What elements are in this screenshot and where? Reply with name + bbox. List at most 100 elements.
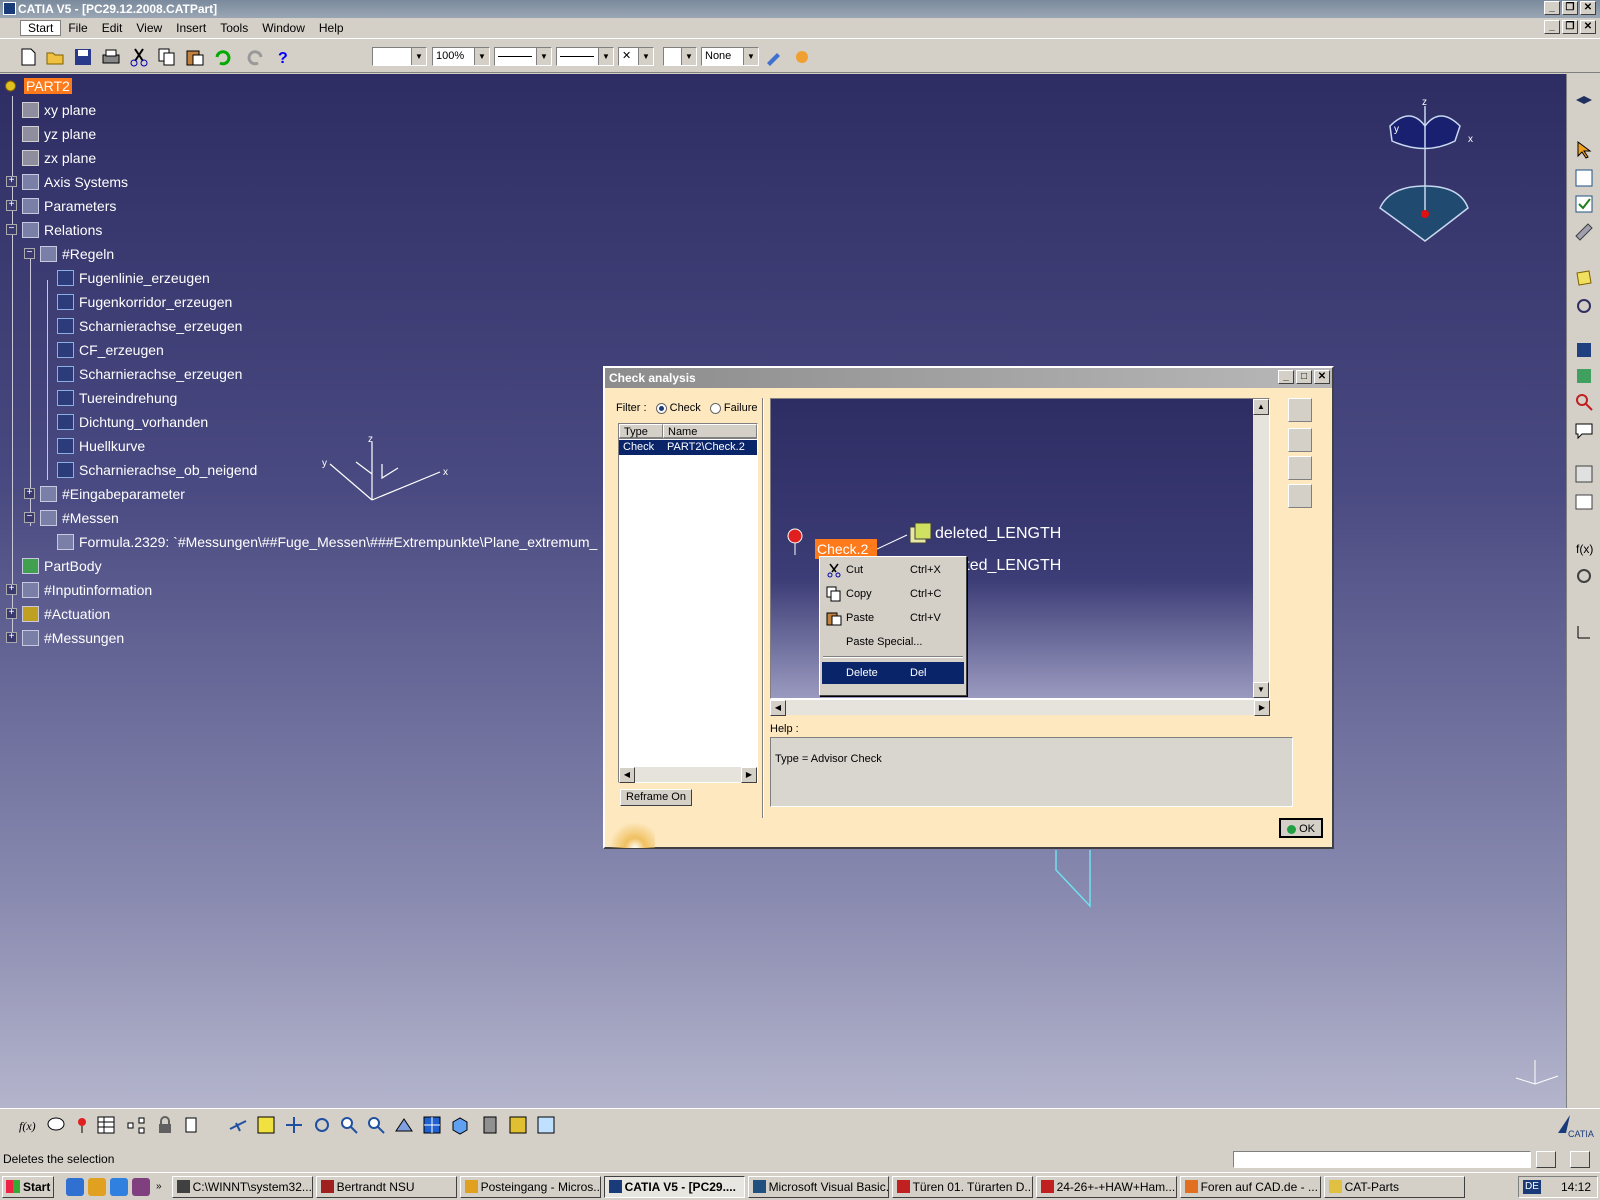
knowledge-icon[interactable]	[1574, 92, 1594, 112]
dialog-title-bar[interactable]: Check analysis _ □ ✕	[605, 368, 1332, 388]
status-button[interactable]	[1536, 1151, 1556, 1168]
select-icon[interactable]	[1574, 140, 1594, 160]
zoom-combo[interactable]: 100% ▼	[432, 47, 490, 66]
minimize-button[interactable]: _	[1544, 1, 1560, 15]
expand-inputinformation[interactable]: +	[6, 584, 17, 595]
fly-mode-icon[interactable]	[228, 1115, 248, 1135]
tree-structure-icon[interactable]	[126, 1115, 146, 1135]
compass-icon[interactable]: z x y	[1370, 96, 1480, 246]
refresh-icon[interactable]	[1574, 296, 1594, 316]
tree-yz-plane[interactable]: yz plane	[22, 124, 98, 144]
dialog-close-button[interactable]: ✕	[1314, 370, 1330, 384]
check-tool-icon[interactable]	[1574, 194, 1594, 214]
zoom-in-icon[interactable]	[339, 1115, 359, 1135]
scroll-left-button[interactable]: ◀	[619, 767, 635, 783]
graph-node-param-1[interactable]: deleted_LENGTH	[935, 525, 1061, 543]
refresh-graph-icon[interactable]	[1288, 428, 1312, 452]
tree-rule[interactable]: Fugenkorridor_erzeugen	[57, 292, 234, 312]
fx-icon[interactable]: f(x)	[1574, 538, 1594, 558]
taskbar-item[interactable]: Türen 01. Türarten D...	[891, 1175, 1033, 1198]
check-list[interactable]: Type Name Check PART2\Check.2 ◀ ▶	[618, 423, 758, 783]
tree-regeln[interactable]: #Regeln	[40, 244, 116, 264]
collapse-relations[interactable]: −	[6, 224, 17, 235]
pan-icon[interactable]	[284, 1115, 304, 1135]
tree-messungen[interactable]: #Messungen	[22, 628, 126, 648]
graph-view-icon[interactable]	[1288, 398, 1312, 422]
undo-icon[interactable]	[213, 47, 233, 67]
comment-graph-icon[interactable]	[1288, 484, 1312, 508]
print-icon[interactable]	[101, 47, 121, 67]
list-hscrollbar[interactable]: ◀ ▶	[619, 766, 757, 783]
reactions-icon[interactable]	[1574, 340, 1594, 360]
expand-axis-systems[interactable]: +	[6, 176, 17, 187]
menu-help[interactable]: Help	[312, 21, 351, 35]
tree-xy-plane[interactable]: xy plane	[22, 100, 98, 120]
tree-parameters[interactable]: Parameters	[22, 196, 118, 216]
reframe-button[interactable]: Reframe On	[620, 789, 692, 806]
expand-actuation[interactable]: +	[6, 608, 17, 619]
parameter-explorer-icon[interactable]	[1574, 366, 1594, 386]
save-icon[interactable]	[73, 47, 93, 67]
zoom-out-icon[interactable]	[366, 1115, 386, 1135]
tree-eingabeparameter[interactable]: #Eingabeparameter	[40, 484, 187, 504]
lock-icon[interactable]	[155, 1115, 175, 1135]
quicklaunch-vs-icon[interactable]	[132, 1177, 150, 1196]
restore-button[interactable]: ❐	[1562, 1, 1578, 15]
tree-actuation[interactable]: #Actuation	[22, 604, 112, 624]
menu-item-paste[interactable]: Paste Ctrl+V	[822, 607, 964, 629]
taskbar-item[interactable]: 24-26+-+HAW+Ham...	[1035, 1175, 1177, 1198]
graph-hscrollbar[interactable]: ◀ ▶	[770, 699, 1270, 716]
doc-restore-button[interactable]: ❐	[1562, 20, 1578, 34]
properties-icon[interactable]	[792, 47, 812, 67]
filter-check-label[interactable]: Check	[670, 402, 701, 414]
taskbar-item[interactable]: C:\WINNT\system32...	[171, 1175, 313, 1198]
taskbar-item[interactable]: CAT-Parts	[1323, 1175, 1465, 1198]
tree-messen[interactable]: #Messen	[40, 508, 121, 528]
ok-button[interactable]: OK	[1279, 818, 1323, 838]
check-icon[interactable]	[72, 1115, 92, 1135]
taskbar-item[interactable]: Bertrandt NSU	[315, 1175, 457, 1198]
axis-toggle-icon[interactable]	[1574, 622, 1594, 642]
tree-root-part[interactable]: PART2	[5, 76, 72, 96]
hide-show-icon[interactable]	[508, 1115, 528, 1135]
ruler-icon[interactable]	[1574, 222, 1594, 242]
scroll-left-button[interactable]: ◀	[770, 700, 786, 716]
linetype-combo[interactable]: ▼	[494, 47, 552, 66]
multi-view-icon[interactable]	[422, 1115, 442, 1135]
formula-icon[interactable]: f(x)	[18, 1115, 38, 1135]
filter-failure-label[interactable]: Failure	[724, 402, 758, 414]
language-indicator[interactable]: DE	[1523, 1180, 1541, 1194]
start-button[interactable]: Start	[2, 1175, 54, 1198]
close-button[interactable]: ✕	[1580, 1, 1596, 15]
status-button-2[interactable]	[1570, 1151, 1590, 1168]
doc-minimize-button[interactable]: _	[1544, 20, 1560, 34]
cut-icon[interactable]	[129, 47, 149, 67]
table-icon[interactable]	[1574, 492, 1594, 512]
filter-check-radio[interactable]	[655, 402, 667, 414]
dialog-minimize-button[interactable]: _	[1278, 370, 1294, 384]
redo-icon[interactable]	[245, 47, 265, 67]
collapse-regeln[interactable]: −	[24, 248, 35, 259]
expand-graph-icon[interactable]	[1288, 456, 1312, 480]
tree-inputinformation[interactable]: #Inputinformation	[22, 580, 154, 600]
expand-messungen[interactable]: +	[6, 632, 17, 643]
swap-visible-icon[interactable]	[536, 1115, 556, 1135]
doc-close-button[interactable]: ✕	[1580, 20, 1596, 34]
menu-insert[interactable]: Insert	[169, 21, 213, 35]
scroll-down-button[interactable]: ▼	[1253, 682, 1269, 698]
rotate-icon[interactable]	[312, 1115, 332, 1135]
render-style-combo[interactable]: ▼	[663, 47, 697, 66]
column-header-type[interactable]: Type	[619, 424, 663, 438]
note-icon[interactable]	[1574, 268, 1594, 288]
taskbar-item-active[interactable]: CATIA V5 - [PC29....	[603, 1175, 745, 1198]
normal-view-icon[interactable]	[394, 1115, 414, 1135]
layer-combo[interactable]: None ▼	[701, 47, 759, 66]
menu-window[interactable]: Window	[255, 21, 312, 35]
menu-item-delete[interactable]: Delete Del	[822, 662, 964, 684]
tree-rule[interactable]: Scharnierachse_ob_neigend	[57, 460, 259, 480]
vb-icon[interactable]	[1574, 464, 1594, 484]
color-combo[interactable]: ▼	[372, 47, 427, 66]
collapse-messen[interactable]: −	[24, 512, 35, 523]
dialog-splitter[interactable]	[762, 398, 764, 818]
quicklaunch-browser-icon[interactable]	[110, 1177, 128, 1196]
